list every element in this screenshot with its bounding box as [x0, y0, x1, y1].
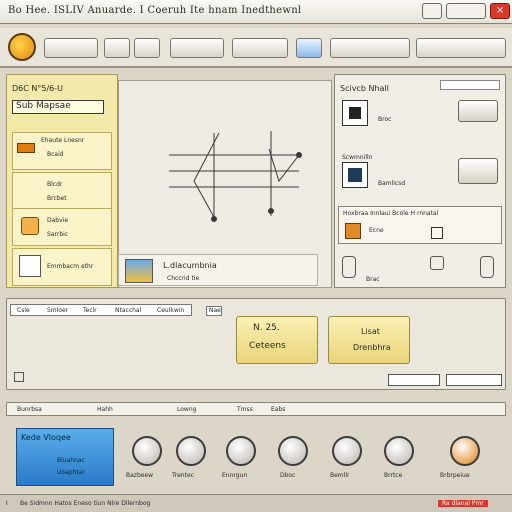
right-panel-header: Scivcb Nhall	[340, 84, 389, 93]
action-button-1[interactable]: N. 25. Ceteens	[236, 316, 318, 364]
tab-3[interactable]: Teclr	[83, 307, 97, 314]
mid-input-2[interactable]	[446, 374, 502, 386]
canvas-preview[interactable]: L.dlacumbnia Chccrid tie	[118, 254, 318, 286]
knob-4[interactable]	[278, 436, 308, 466]
toolbar-button-1[interactable]	[44, 38, 98, 58]
knob-3[interactable]	[226, 436, 256, 466]
knob-2[interactable]	[176, 436, 206, 466]
battery-icon	[17, 143, 35, 153]
knob-1[interactable]	[132, 436, 162, 466]
right-toggle-1[interactable]	[458, 100, 498, 122]
left-panel-section: Sub Mapsae	[12, 100, 104, 114]
mid-tabbar: Csle Smloer Teclr Ntacchal Ceulkwin	[10, 304, 192, 316]
tab-1[interactable]: Csle	[17, 307, 30, 314]
toolbar-button-6[interactable]	[296, 38, 322, 58]
right-toggle-2[interactable]	[458, 158, 498, 184]
right-row-3[interactable]: Hoxbraa Innlaui Bcole H rnnatal Ecne	[338, 206, 502, 244]
maximize-button[interactable]	[446, 3, 486, 19]
left-card-2[interactable]: Blcdr Brcbet	[12, 172, 112, 210]
left-card-3[interactable]: Dabvie Sarrbic	[12, 208, 112, 246]
minimize-button[interactable]	[422, 3, 442, 19]
window-title: Bo Hee. ISLIV Anuarde. I Coeruh Ite hnam…	[8, 5, 302, 16]
toolbar-button-3[interactable]	[134, 38, 160, 58]
toolbar-button-7[interactable]	[330, 38, 410, 58]
mid-checkbox[interactable]	[14, 372, 24, 382]
knob-6[interactable]	[384, 436, 414, 466]
status-right[interactable]: Ra dlanal Pmr	[438, 500, 488, 507]
image-thumbnail-icon	[125, 259, 153, 283]
title-bar: Bo Hee. ISLIV Anuarde. I Coeruh Ite hnam…	[0, 0, 512, 24]
bottom-nav-item-5[interactable]: Eabs	[271, 406, 285, 413]
right-switch[interactable]	[480, 256, 494, 278]
tile-icon	[342, 162, 368, 188]
toolbar-button-4[interactable]	[170, 38, 224, 58]
lock-icon	[431, 227, 443, 239]
bottom-nav-item-4[interactable]: Tmss	[237, 406, 253, 413]
status-bar: I Be Sidmnn Hatos Eneso tiun Nlre Dllern…	[0, 494, 512, 512]
action-button-2[interactable]: Lisat Drenbhra	[328, 316, 410, 364]
left-panel-header: D6C N°5/6-U	[12, 84, 63, 93]
right-slider[interactable]	[440, 80, 500, 90]
document-icon	[19, 255, 41, 277]
tab-5[interactable]: Ceulkwin	[157, 307, 184, 314]
mid-field[interactable]: Nae	[206, 306, 222, 316]
right-checkbox[interactable]	[430, 256, 444, 270]
left-card-1[interactable]: Ehaute Lnesnr Bcaid	[12, 132, 112, 170]
blue-card[interactable]: Kede Vloqee Bluahnac Uoaphtar	[16, 428, 114, 486]
toolbar-button-5[interactable]	[232, 38, 288, 58]
folder-icon	[21, 217, 39, 235]
close-button[interactable]: ×	[490, 3, 510, 19]
mid-input-1[interactable]	[388, 374, 440, 386]
knob-5[interactable]	[332, 436, 362, 466]
toolbar-button-2[interactable]	[104, 38, 130, 58]
app-logo-icon	[8, 33, 36, 61]
tab-4[interactable]: Ntacchal	[115, 307, 141, 314]
bottom-nav-item-2[interactable]: Hahh	[97, 406, 113, 413]
bottom-nav: Bunrbsa Hahh Lowng Tmss Eabs	[6, 402, 506, 416]
tab-2[interactable]: Smloer	[47, 307, 68, 314]
right-knob-small[interactable]	[342, 256, 356, 278]
image-icon	[345, 223, 361, 239]
knob-7[interactable]	[450, 436, 480, 466]
bottom-nav-item-1[interactable]: Bunrbsa	[17, 406, 42, 413]
toolbar-button-8[interactable]	[416, 38, 506, 58]
close-icon: ×	[496, 5, 505, 16]
grid-icon	[342, 100, 368, 126]
left-card-4[interactable]: Emmbacm ethr	[12, 248, 112, 286]
bottom-nav-item-3[interactable]: Lowng	[177, 406, 196, 413]
status-text: Be Sidmnn Hatos Eneso tiun Nlre Dllernbo…	[20, 500, 151, 507]
